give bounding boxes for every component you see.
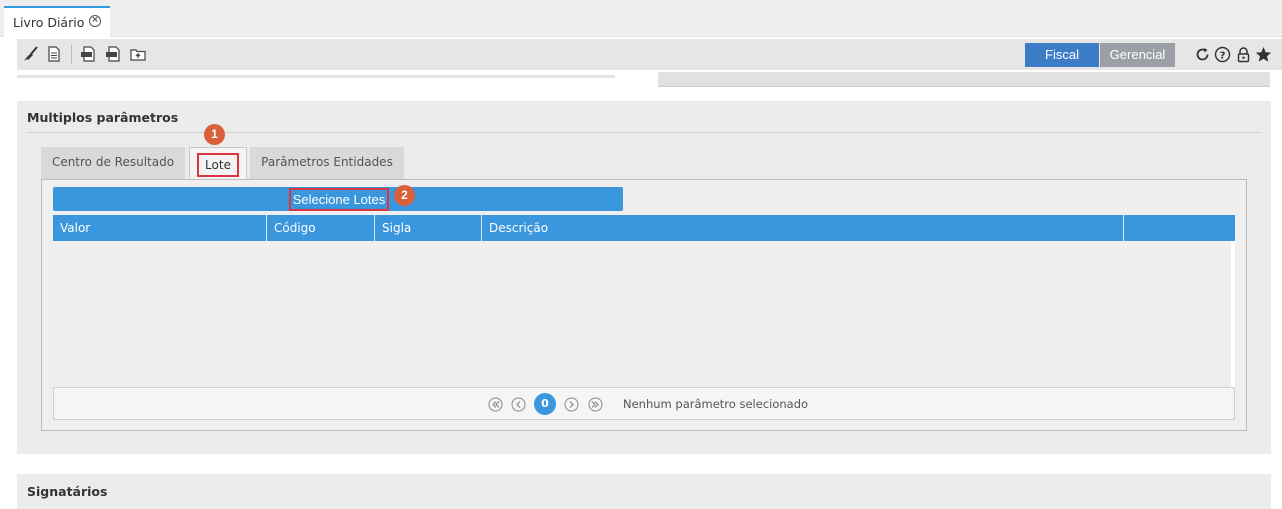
- help-icon[interactable]: ?: [1214, 46, 1231, 63]
- column-header-codigo[interactable]: Código: [267, 215, 375, 241]
- toolbar-separator: [71, 45, 72, 64]
- broom-icon[interactable]: [23, 46, 39, 62]
- divider-line: [17, 75, 615, 78]
- lock-icon[interactable]: [1235, 46, 1252, 63]
- svg-text:?: ?: [1220, 51, 1226, 62]
- pager: 0 Nenhum parâmetro selecionado: [53, 387, 1235, 420]
- xls-export-icon[interactable]: [105, 46, 121, 62]
- star-icon[interactable]: [1255, 46, 1272, 63]
- grid-body: [53, 241, 1235, 387]
- close-circle-icon[interactable]: ×: [89, 15, 101, 27]
- selecione-lotes-label: Selecione Lotes: [289, 188, 389, 211]
- tab-centro-de-resultado[interactable]: Centro de Resultado: [41, 147, 185, 179]
- pdf-export-icon[interactable]: [80, 46, 96, 62]
- multiplos-parametros-panel: Multiplos parâmetros Centro de Resultado…: [17, 101, 1271, 454]
- pager-status: Nenhum parâmetro selecionado: [623, 397, 809, 411]
- document-icon[interactable]: [46, 46, 62, 62]
- panel-title: Multiplos parâmetros: [27, 110, 179, 125]
- toolbar: Fiscal Gerencial ?: [17, 39, 1282, 70]
- step-badge-2: 2: [394, 185, 415, 206]
- tab-label: Lote: [197, 153, 239, 177]
- gerencial-button[interactable]: Gerencial: [1100, 43, 1175, 67]
- selecione-lotes-button[interactable]: Selecione Lotes: [53, 187, 623, 211]
- tab-label: Centro de Resultado: [51, 155, 175, 169]
- document-tab-label: Livro Diário: [13, 15, 85, 30]
- first-page-icon[interactable]: [488, 397, 503, 412]
- document-tab-livro-diario[interactable]: Livro Diário ×: [4, 6, 110, 37]
- tab-lote[interactable]: Lote: [189, 147, 247, 180]
- next-page-icon[interactable]: [564, 397, 579, 412]
- signatarios-title: Signatários: [27, 484, 108, 499]
- tab-label: Parâmetros Entidades: [261, 155, 393, 169]
- fiscal-button[interactable]: Fiscal: [1025, 43, 1099, 67]
- column-header-valor[interactable]: Valor: [53, 215, 267, 241]
- document-tab-strip: Livro Diário ×: [0, 0, 1282, 37]
- current-page-indicator[interactable]: 0: [534, 393, 556, 415]
- header-bar: [658, 72, 1270, 87]
- grid-header: Valor Código Sigla Descrição: [53, 215, 1235, 241]
- column-header-descricao[interactable]: Descrição: [482, 215, 1124, 241]
- last-page-icon[interactable]: [588, 397, 603, 412]
- step-badge-1: 1: [204, 124, 225, 145]
- previous-page-icon[interactable]: [511, 397, 526, 412]
- folder-upload-icon[interactable]: [130, 46, 146, 62]
- signatarios-panel: Signatários: [17, 474, 1271, 509]
- lote-tab-content: Selecione Lotes Valor Código Sigla Descr…: [41, 179, 1247, 431]
- column-header-sigla[interactable]: Sigla: [375, 215, 482, 241]
- tab-parametros-entidades[interactable]: Parâmetros Entidades: [250, 147, 404, 179]
- refresh-icon[interactable]: [1194, 46, 1211, 63]
